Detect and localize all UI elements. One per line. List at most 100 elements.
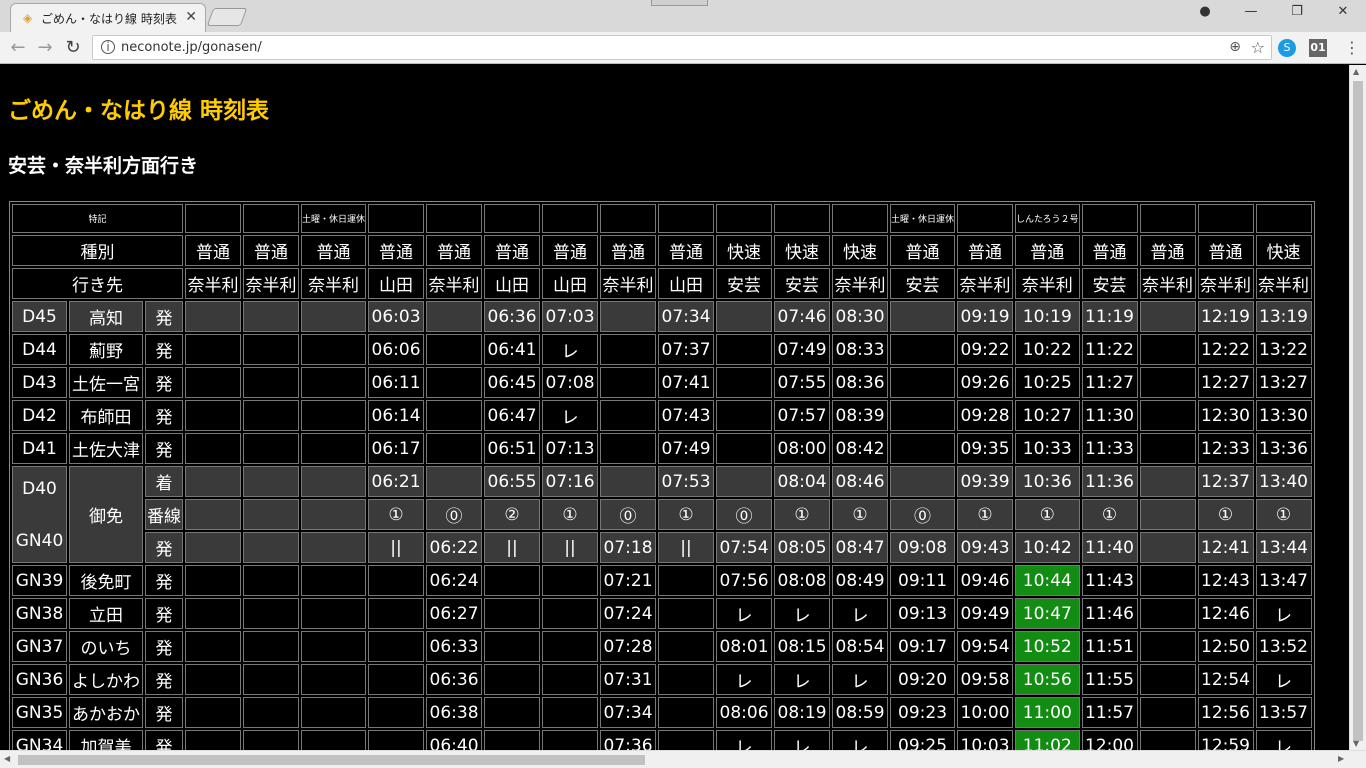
scroll-right-icon[interactable]: ▶ xyxy=(1338,754,1344,763)
time-cell: 08:01 xyxy=(716,631,773,662)
bookmark-star-icon[interactable]: ☆ xyxy=(1251,38,1265,57)
track-cell: ⓪ xyxy=(600,499,657,530)
station-id: D42 xyxy=(12,400,67,431)
station-direction: 発 xyxy=(145,730,183,750)
time-cell: 08:46 xyxy=(832,466,889,497)
time-cell: 07:36 xyxy=(600,730,657,750)
time-cell: 12:56 xyxy=(1197,697,1254,728)
time-cell xyxy=(368,598,425,629)
train-note-cell xyxy=(1139,204,1196,233)
track-cell: ② xyxy=(484,499,541,530)
time-cell: 08:19 xyxy=(774,697,831,728)
time-cell: 10:22 xyxy=(1015,334,1080,365)
url-input[interactable]: i neconote.jp/gonasen/ ⊕ ☆ xyxy=(92,35,1272,60)
destination-row: 行き先 奈半利 奈半利 奈半利 山田 奈半利 山田 山田 奈半利 山田 安芸 安芸 奈半利 安芸 奈半利 奈半… xyxy=(12,268,1312,299)
time-cell xyxy=(600,400,657,431)
time-cell: レ xyxy=(716,598,773,629)
track-cell xyxy=(1139,499,1196,530)
maximize-icon[interactable]: ❐ xyxy=(1287,4,1307,19)
site-info-icon[interactable]: i xyxy=(101,40,115,54)
time-cell xyxy=(600,301,657,332)
scroll-left-icon[interactable]: ◀ xyxy=(4,754,10,763)
vertical-scroll-thumb[interactable] xyxy=(1353,81,1363,741)
horizontal-scroll-thumb[interactable] xyxy=(18,755,645,765)
time-cell: 10:27 xyxy=(1015,400,1080,431)
time-cell xyxy=(658,730,715,750)
train-note-cell xyxy=(658,204,715,233)
forward-icon[interactable]: → xyxy=(33,37,57,58)
time-cell xyxy=(185,631,241,662)
time-cell: 10:42 xyxy=(1015,532,1080,563)
station-id: D41 xyxy=(12,433,67,464)
train-note-cell xyxy=(243,204,299,233)
time-cell: 06:36 xyxy=(426,664,483,695)
extension-01-icon[interactable]: 01 xyxy=(1309,39,1327,57)
track-cell: ① xyxy=(1015,499,1080,530)
time-cell: 09:11 xyxy=(890,565,956,596)
station-direction: 発 xyxy=(145,565,183,596)
time-cell xyxy=(243,664,299,695)
time-cell xyxy=(1139,730,1196,750)
time-cell xyxy=(600,466,657,497)
train-dest-cell: 奈半利 xyxy=(1015,268,1080,299)
train-type-cell: 普通 xyxy=(1081,235,1138,266)
time-cell: 06:11 xyxy=(368,367,425,398)
scroll-up-icon[interactable]: ▲ xyxy=(1353,67,1359,76)
minimize-icon[interactable]: — xyxy=(1241,4,1261,19)
tab-close-icon[interactable]: ✕ xyxy=(185,9,197,25)
station-id: GN36 xyxy=(12,664,67,695)
browser-tab[interactable]: ◈ ごめん・なはり線 時刻表 ✕ xyxy=(10,3,206,32)
account-icon[interactable]: ● xyxy=(1195,4,1215,19)
time-cell: 11:27 xyxy=(1081,367,1138,398)
skype-extension-icon[interactable]: S xyxy=(1278,39,1296,57)
time-cell xyxy=(1139,433,1196,464)
station-direction: 発 xyxy=(145,400,183,431)
time-cell xyxy=(243,400,299,431)
time-cell xyxy=(426,466,483,497)
time-cell xyxy=(185,334,241,365)
time-cell xyxy=(484,631,541,662)
time-cell xyxy=(185,532,241,563)
time-cell xyxy=(301,466,367,497)
time-cell: 10:47 xyxy=(1015,598,1080,629)
scroll-down-icon[interactable]: ▼ xyxy=(1353,739,1359,748)
close-window-icon[interactable]: ✕ xyxy=(1333,4,1353,19)
train-type-cell: 快速 xyxy=(716,235,773,266)
time-cell xyxy=(716,466,773,497)
back-icon[interactable]: ← xyxy=(6,37,30,58)
time-cell: 12:19 xyxy=(1197,301,1254,332)
track-cell: ⓪ xyxy=(890,499,956,530)
browser-menu-icon[interactable]: ⋮ xyxy=(1344,38,1360,57)
time-cell: 10:19 xyxy=(1015,301,1080,332)
train-note-cell xyxy=(957,204,1014,233)
time-cell xyxy=(542,565,599,596)
time-cell: 07:57 xyxy=(774,400,831,431)
time-cell xyxy=(185,664,241,695)
reload-icon[interactable]: ↻ xyxy=(61,37,85,58)
time-cell xyxy=(426,367,483,398)
station-name: よしかわ xyxy=(69,664,143,695)
time-cell: 09:19 xyxy=(957,301,1014,332)
vertical-scrollbar[interactable]: ▲ ▼ xyxy=(1349,65,1366,750)
time-cell: 07:43 xyxy=(658,400,715,431)
time-cell xyxy=(368,697,425,728)
time-cell xyxy=(426,400,483,431)
time-cell: 07:37 xyxy=(658,334,715,365)
time-cell xyxy=(1139,631,1196,662)
zoom-icon[interactable]: ⊕ xyxy=(1229,39,1241,55)
time-cell: 10:44 xyxy=(1015,565,1080,596)
time-cell: 08:15 xyxy=(774,631,831,662)
new-tab-button[interactable] xyxy=(206,8,248,26)
time-cell: 12:30 xyxy=(1197,400,1254,431)
station-name: のいち xyxy=(69,631,143,662)
time-cell: 11:55 xyxy=(1081,664,1138,695)
station-name: 立田 xyxy=(69,598,143,629)
train-type-cell: 普通 xyxy=(1197,235,1254,266)
train-type-cell: 普通 xyxy=(368,235,425,266)
time-cell: 07:24 xyxy=(600,598,657,629)
horizontal-scrollbar[interactable]: ◀ ▶ xyxy=(0,750,1366,768)
window-grip xyxy=(651,0,708,6)
station-name: 加賀美 xyxy=(69,730,143,750)
time-cell: 07:34 xyxy=(658,301,715,332)
time-cell xyxy=(484,598,541,629)
